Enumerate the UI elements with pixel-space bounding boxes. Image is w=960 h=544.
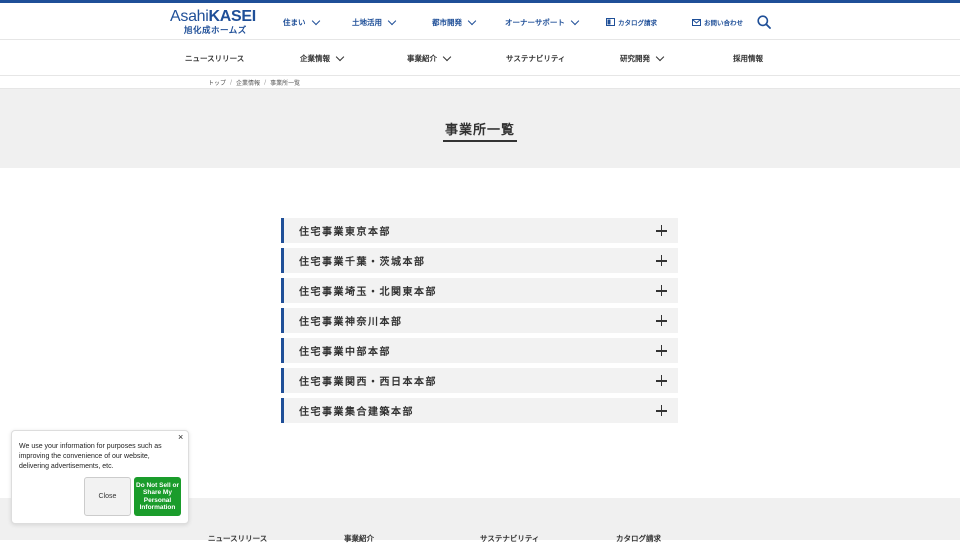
catalog-label: カタログ請求 — [618, 19, 657, 27]
footer-link-business[interactable]: 事業紹介 — [344, 533, 374, 544]
office-label: 住宅事業集合建築本部 — [299, 407, 414, 418]
search-icon[interactable] — [757, 15, 771, 29]
nav-news-label: ニュースリリース — [185, 54, 245, 63]
chevron-down-icon — [442, 52, 452, 62]
title-underline — [443, 140, 517, 142]
do-not-sell-button[interactable]: Do Not Sell or Share My Personal Informa… — [134, 477, 181, 516]
page-title: 事業所一覧 — [444, 123, 515, 138]
nav-research[interactable]: 研究開発 — [620, 52, 665, 64]
consent-close-button[interactable]: Close — [84, 477, 131, 516]
logo-subtext: 旭化成ホームズ — [184, 26, 247, 36]
office-label: 住宅事業神奈川本部 — [299, 317, 403, 328]
nav-toshi-label: 都市開発 — [432, 18, 462, 27]
nav-sumai-label: 住まい — [283, 18, 306, 27]
office-label: 住宅事業千葉・茨城本部 — [299, 257, 426, 268]
nav-recruit-label: 採用情報 — [733, 54, 763, 63]
plus-icon — [656, 375, 667, 386]
footer-link-news[interactable]: ニュースリリース — [208, 533, 267, 544]
logo-text-light: Asahi — [170, 8, 209, 25]
site-logo[interactable]: AsahiKASEI 旭化成ホームズ — [170, 9, 260, 39]
nav-recruit[interactable]: 採用情報 — [733, 53, 763, 64]
chevron-down-icon — [467, 16, 477, 26]
consent-message: We use your information for purposes suc… — [19, 443, 162, 470]
sub-navigation: ニュースリリース 企業情報 事業紹介 サステナビリティ 研究開発 採用情報 — [0, 40, 960, 76]
contact-link[interactable]: お問い合わせ — [692, 17, 743, 27]
page-hero: 事業所一覧 — [0, 88, 960, 168]
plus-icon — [656, 285, 667, 296]
plus-icon — [656, 345, 667, 356]
office-accordion-item[interactable]: 住宅事業神奈川本部 — [281, 308, 678, 333]
nav-sustainability[interactable]: サステナビリティ — [506, 53, 565, 64]
nav-business[interactable]: 事業紹介 — [407, 52, 452, 64]
breadcrumb: トップ / 企業情報 / 事業所一覧 — [208, 76, 300, 88]
nav-sustainability-label: サステナビリティ — [506, 54, 566, 63]
nav-tochi-label: 土地活用 — [352, 18, 382, 27]
office-accordion-item[interactable]: 住宅事業集合建築本部 — [281, 398, 678, 423]
contact-label: お問い合わせ — [704, 19, 743, 27]
plus-icon — [656, 225, 667, 236]
nav-sumai[interactable]: 住まい — [283, 16, 320, 28]
privacy-consent-banner: We use your information for purposes suc… — [11, 430, 189, 524]
office-label: 住宅事業埼玉・北関東本部 — [299, 287, 437, 298]
footer-link-sustainability[interactable]: サステナビリティ — [480, 533, 539, 544]
nav-toshi-kaihatsu[interactable]: 都市開発 — [432, 16, 477, 28]
nav-owner-label: オーナーサポート — [505, 18, 565, 27]
office-label: 住宅事業東京本部 — [299, 227, 391, 238]
office-label: 住宅事業関西・西日本本部 — [299, 377, 437, 388]
breadcrumb-separator: / — [264, 78, 267, 86]
office-label: 住宅事業中部本部 — [299, 347, 391, 358]
chevron-down-icon — [335, 52, 345, 62]
plus-icon — [656, 315, 667, 326]
close-icon[interactable]: × — [178, 432, 183, 442]
chevron-down-icon — [311, 16, 320, 26]
chevron-down-icon — [387, 16, 397, 26]
office-accordion-item[interactable]: 住宅事業千葉・茨城本部 — [281, 248, 678, 273]
breadcrumb-corporate[interactable]: 企業情報 — [236, 78, 260, 87]
nav-news-release[interactable]: ニュースリリース — [185, 53, 244, 64]
global-header: AsahiKASEI 旭化成ホームズ 住まい 土地活用 都市開発 オーナーサポー… — [0, 3, 960, 40]
footer-link-catalog[interactable]: カタログ請求 — [616, 533, 661, 544]
mail-icon — [692, 18, 701, 26]
logo-text-bold: KASEI — [208, 8, 257, 25]
nav-tochi-katsuyo[interactable]: 土地活用 — [352, 16, 397, 28]
plus-icon — [656, 405, 667, 416]
office-accordion-item[interactable]: 住宅事業東京本部 — [281, 218, 678, 243]
breadcrumb-separator: / — [230, 78, 233, 86]
nav-owner-support[interactable]: オーナーサポート — [505, 16, 580, 28]
catalog-icon — [606, 18, 615, 26]
catalog-request-link[interactable]: カタログ請求 — [606, 17, 657, 27]
office-accordion-item[interactable]: 住宅事業関西・西日本本部 — [281, 368, 678, 393]
office-accordion-item[interactable]: 住宅事業中部本部 — [281, 338, 678, 363]
office-accordion-item[interactable]: 住宅事業埼玉・北関東本部 — [281, 278, 678, 303]
nav-corporate-info[interactable]: 企業情報 — [300, 52, 345, 64]
chevron-down-icon — [655, 52, 665, 62]
plus-icon — [656, 255, 667, 266]
breadcrumb-top[interactable]: トップ — [208, 78, 226, 87]
nav-corporate-label: 企業情報 — [300, 54, 330, 63]
nav-research-label: 研究開発 — [620, 54, 650, 63]
chevron-down-icon — [570, 16, 580, 26]
nav-business-label: 事業紹介 — [407, 54, 437, 63]
breadcrumb-current: 事業所一覧 — [270, 79, 301, 87]
